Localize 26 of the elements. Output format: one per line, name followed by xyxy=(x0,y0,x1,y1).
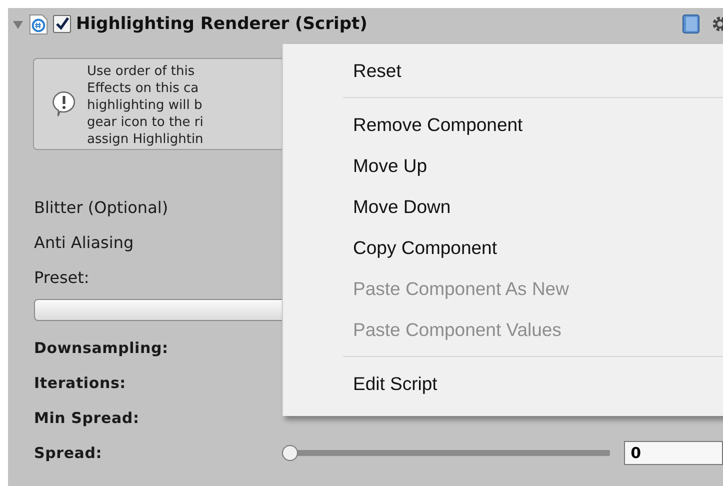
menu-item[interactable]: Edit Script xyxy=(283,363,723,404)
field-label: Blitter (Optional) xyxy=(34,198,168,217)
script-file-icon xyxy=(29,14,48,34)
help-book-icon[interactable] xyxy=(682,14,700,34)
help-text-line: assign Highlightin xyxy=(87,130,204,148)
menu-item[interactable]: Reset xyxy=(283,50,723,91)
menu-item[interactable]: Move Up xyxy=(283,145,723,186)
field-label: Anti Aliasing xyxy=(34,233,134,252)
field-label: Downsampling: xyxy=(34,338,168,356)
field-label: Spread: xyxy=(34,444,104,462)
field-label: Preset: xyxy=(34,268,90,287)
field-label: Min Spread: xyxy=(34,408,140,426)
help-text-line: gear icon to the ri xyxy=(87,114,204,130)
number-field[interactable]: 0 xyxy=(624,440,723,464)
component-title: Highlighting Renderer (Script) xyxy=(76,14,368,34)
slider-thumb[interactable] xyxy=(282,444,298,460)
help-text-line: Effects on this ca xyxy=(87,80,200,96)
help-text-line: highlighting will b xyxy=(87,96,204,114)
foldout-triangle-icon[interactable] xyxy=(12,19,24,31)
field-label: Iterations: xyxy=(34,374,126,392)
help-text-line: Use order of this xyxy=(87,62,196,80)
menu-item[interactable]: Remove Component xyxy=(283,104,723,145)
menu-item[interactable]: Move Down xyxy=(283,186,723,227)
menu-item[interactable]: Copy Component xyxy=(283,227,723,268)
enabled-checkbox[interactable] xyxy=(53,15,71,33)
exclamation-bubble-icon xyxy=(51,90,77,118)
